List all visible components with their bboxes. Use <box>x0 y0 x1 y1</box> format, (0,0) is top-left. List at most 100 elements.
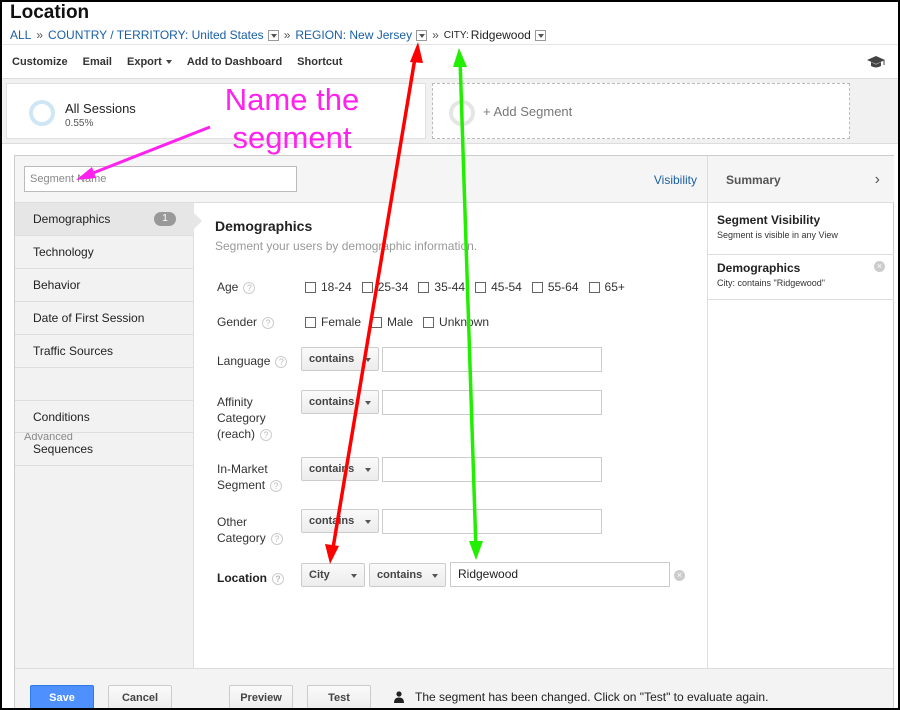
checkbox[interactable] <box>305 281 316 293</box>
summary-demographics-desc: City: contains "Ridgewood" <box>717 278 825 288</box>
checkbox[interactable] <box>371 316 383 328</box>
location-dimension-select[interactable]: City <box>301 563 365 587</box>
age-option-18-24[interactable]: 18-24 <box>305 280 352 294</box>
help-icon[interactable]: ? <box>275 355 288 368</box>
gender-option-male[interactable]: Male <box>371 315 413 329</box>
save-button[interactable]: Save <box>30 685 94 708</box>
breadcrumb-region[interactable]: REGION: New Jersey <box>295 28 412 42</box>
help-icon[interactable]: ? <box>260 428 273 441</box>
help-icon[interactable]: ? <box>272 572 284 585</box>
nav-item-traffic-sources[interactable]: Traffic Sources <box>15 335 194 368</box>
age-label: Age? <box>217 279 256 295</box>
location-value-input[interactable]: Ridgewood <box>450 562 670 587</box>
caret-down-icon <box>351 574 357 578</box>
visibility-link[interactable]: Visibility <box>654 173 697 187</box>
other-category-operator-select[interactable]: contains <box>301 509 379 533</box>
checkbox-label: 18-24 <box>321 280 352 294</box>
segment-name: All Sessions <box>65 101 136 116</box>
demographics-panel: Demographics Segment your users by demog… <box>195 203 707 673</box>
affinity-operator-select[interactable]: contains <box>301 390 379 414</box>
segment-ring-icon <box>29 100 55 126</box>
location-label-text: Location <box>217 571 267 585</box>
chevron-right-icon[interactable]: › <box>875 171 880 189</box>
caret-down-icon <box>432 574 438 578</box>
checkbox-label: 65+ <box>604 280 625 294</box>
checkbox[interactable] <box>588 281 600 293</box>
checkbox[interactable] <box>531 281 543 293</box>
customize-button[interactable]: Customize <box>12 56 68 68</box>
segment-editor: Visibility Demographics 1 Technology Beh… <box>14 155 894 708</box>
remove-condition-icon[interactable]: × <box>674 570 685 581</box>
summary-panel: Summary › Segment Visibility Segment is … <box>707 156 894 668</box>
in-market-value-input[interactable] <box>382 457 602 482</box>
checkbox[interactable] <box>423 316 435 328</box>
condition-count-badge: 1 <box>154 212 176 226</box>
breadcrumb-all[interactable]: ALL <box>10 28 31 42</box>
summary-title: Summary <box>726 173 781 187</box>
help-icon[interactable]: ? <box>270 532 283 545</box>
nav-item-technology[interactable]: Technology <box>15 236 194 269</box>
section-subtitle: Segment your users by demographic inform… <box>215 239 478 253</box>
graduation-cap-icon[interactable] <box>866 55 886 69</box>
checkbox[interactable] <box>305 316 316 328</box>
in-market-label-line: Segment <box>217 478 266 492</box>
add-to-dashboard-button[interactable]: Add to Dashboard <box>187 56 282 68</box>
gender-option-female[interactable]: Female <box>305 315 361 329</box>
add-segment-button[interactable]: + Add Segment <box>432 83 850 139</box>
checkbox-label: 25-34 <box>377 280 409 294</box>
age-option-55-64[interactable]: 55-64 <box>531 280 579 294</box>
affinity-value-input[interactable] <box>382 390 602 415</box>
help-icon[interactable]: ? <box>262 316 275 329</box>
checkbox[interactable] <box>361 281 373 293</box>
operator-label: contains <box>309 353 355 365</box>
remove-summary-icon[interactable]: × <box>874 261 885 272</box>
nav-item-demographics[interactable]: Demographics 1 <box>15 203 194 236</box>
age-option-25-34[interactable]: 25-34 <box>361 280 409 294</box>
country-dropdown-icon[interactable] <box>267 29 279 41</box>
cancel-button[interactable]: Cancel <box>108 685 172 708</box>
app-window: Location ALL » COUNTRY / TERRITORY: Unit… <box>0 0 900 710</box>
checkbox[interactable] <box>475 281 487 293</box>
segment-name-input[interactable] <box>24 166 297 192</box>
summary-visibility: Segment Visibility Segment is visible in… <box>708 203 894 255</box>
age-option-65-plus[interactable]: 65+ <box>588 280 625 294</box>
region-dropdown-icon[interactable] <box>416 29 428 41</box>
language-label-text: Language <box>217 354 271 368</box>
affinity-label-line: Affinity <box>217 395 253 409</box>
export-menu[interactable]: Export <box>127 56 172 68</box>
nav-item-date-of-first-session[interactable]: Date of First Session <box>15 302 194 335</box>
age-option-35-44[interactable]: 35-44 <box>418 280 465 294</box>
annotation-line: segment <box>232 120 352 155</box>
checkbox[interactable] <box>418 281 430 293</box>
breadcrumb-separator: » <box>36 28 44 42</box>
gender-option-unknown[interactable]: Unknown <box>423 315 489 329</box>
help-icon[interactable]: ? <box>243 281 256 294</box>
test-button[interactable]: Test <box>307 685 371 708</box>
in-market-operator-select[interactable]: contains <box>301 457 379 481</box>
city-dropdown-icon[interactable] <box>534 29 546 41</box>
breadcrumb-country[interactable]: COUNTRY / TERRITORY: United States <box>48 28 264 42</box>
summary-header[interactable]: Summary › <box>708 156 894 203</box>
checkbox-label: Male <box>387 315 414 329</box>
other-category-value-input[interactable] <box>382 509 602 534</box>
language-value-input[interactable] <box>382 347 602 372</box>
summary-visibility-desc: Segment is visible in any View <box>717 230 838 240</box>
checkbox-label: Unknown <box>439 315 490 329</box>
shortcut-button[interactable]: Shortcut <box>297 56 342 68</box>
location-operator-select[interactable]: contains <box>369 563 446 587</box>
person-icon <box>394 691 404 703</box>
breadcrumb-city-value: Ridgewood <box>470 28 531 42</box>
nav-item-sequences[interactable]: Sequences <box>15 433 194 466</box>
age-option-45-54[interactable]: 45-54 <box>475 280 522 294</box>
help-icon[interactable]: ? <box>270 479 283 492</box>
nav-item-behavior[interactable]: Behavior <box>15 269 194 302</box>
preview-button[interactable]: Preview <box>229 685 293 708</box>
other-category-label-line: Category <box>217 531 266 545</box>
caret-down-icon <box>165 59 172 64</box>
nav-item-conditions[interactable]: Conditions <box>15 400 194 433</box>
email-button[interactable]: Email <box>83 56 112 68</box>
language-operator-select[interactable]: contains <box>301 347 379 371</box>
caret-down-icon <box>365 468 371 472</box>
caret-down-icon <box>365 401 371 405</box>
page-title: Location <box>10 2 90 23</box>
